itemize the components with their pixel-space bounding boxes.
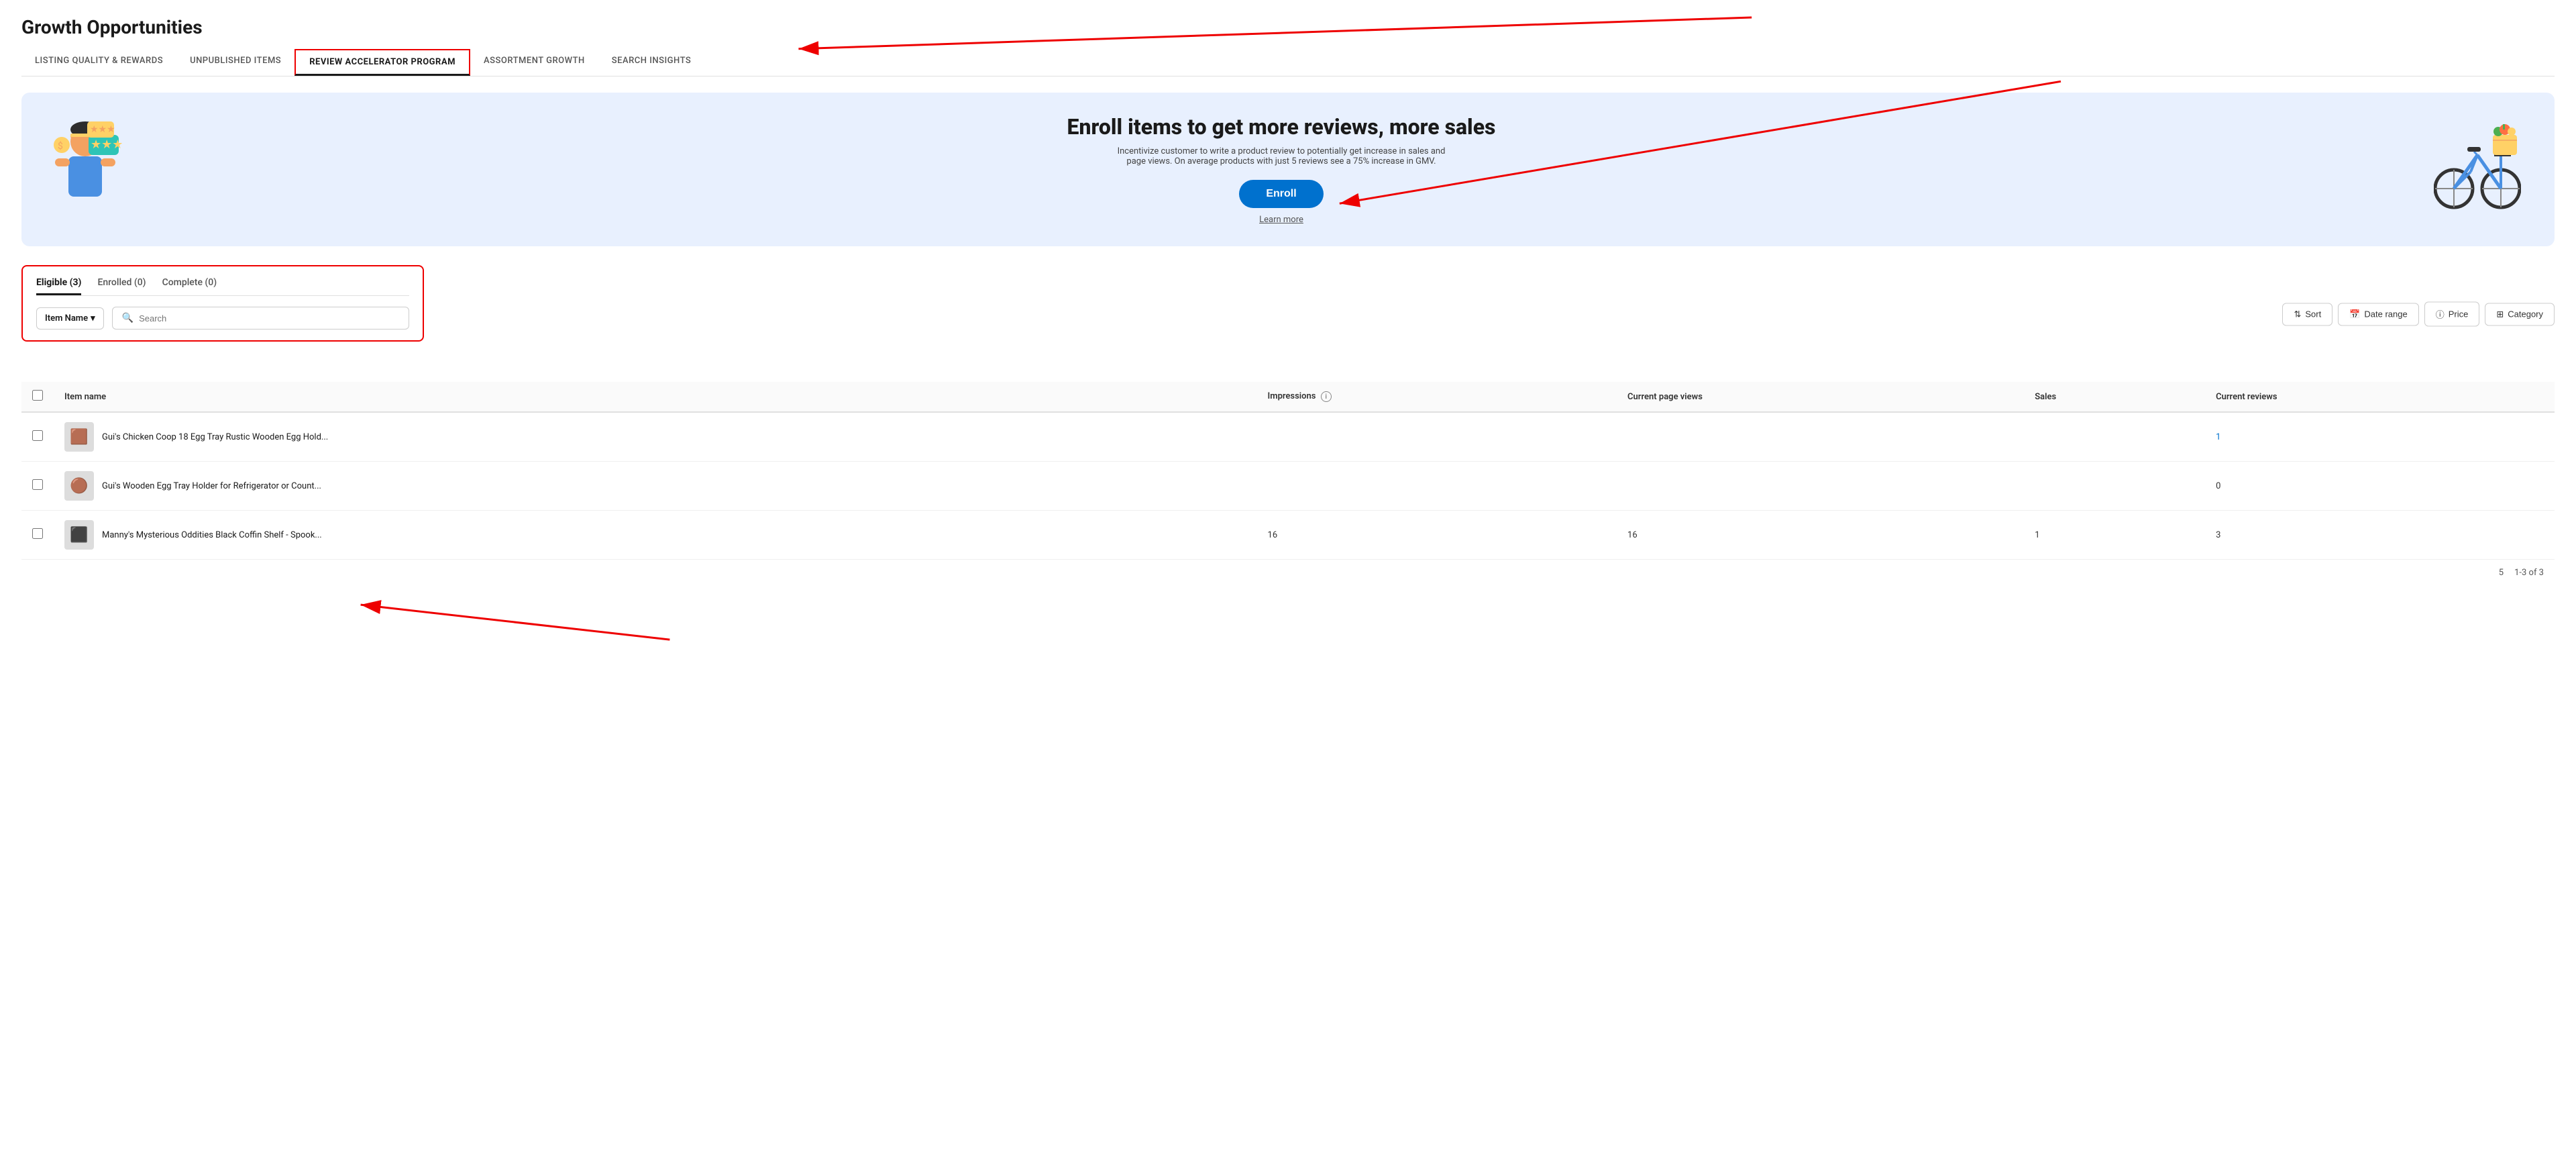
data-table: Item name Impressions i Current page vie… (21, 382, 2555, 560)
price-icon: ⓘ (2436, 308, 2445, 321)
tab-unpublished-items[interactable]: UNPUBLISHED ITEMS (176, 49, 294, 76)
price-button[interactable]: ⓘ Price (2424, 302, 2480, 327)
filter-tab-complete[interactable]: Complete (0) (162, 277, 217, 295)
filter-tab-enrolled[interactable]: Enrolled (0) (97, 277, 146, 295)
search-input-wrap: 🔍 (112, 307, 409, 330)
category-button[interactable]: ⊞ Category (2485, 303, 2555, 325)
row-sales (2024, 412, 2205, 462)
item-name-label: Item Name (45, 313, 88, 323)
banner-title: Enroll items to get more reviews, more s… (150, 114, 2412, 140)
impressions-info-icon[interactable]: i (1321, 391, 1332, 402)
tabs-nav: LISTING QUALITY & REWARDSUNPUBLISHED ITE… (21, 49, 2555, 77)
sort-icon: ⇅ (2294, 309, 2301, 319)
row-checkbox[interactable] (32, 528, 43, 539)
row-reviews: 1 (2205, 412, 2555, 462)
row-item-name: 🟫 Gui's Chicken Coop 18 Egg Tray Rustic … (54, 412, 1257, 462)
banner-description: Incentivize customer to write a product … (1114, 146, 1449, 166)
product-name-text: Manny's Mysterious Oddities Black Coffin… (102, 530, 322, 540)
row-page-views (1617, 462, 2024, 511)
row-impressions: 16 (1257, 511, 1617, 560)
col-impressions: Impressions i (1257, 382, 1617, 412)
page-info: 1-3 of 3 (2514, 568, 2544, 578)
tab-listing-quality[interactable]: LISTING QUALITY & REWARDS (21, 49, 176, 76)
search-row: Item Name ▾ 🔍 (36, 307, 409, 330)
row-page-views: 16 (1617, 511, 2024, 560)
row-reviews: 3 (2205, 511, 2555, 560)
per-page-label: 5 (2499, 568, 2504, 578)
row-impressions (1257, 412, 1617, 462)
svg-text:★★★: ★★★ (90, 124, 115, 135)
row-sales: 1 (2024, 511, 2205, 560)
col-sales: Sales (2024, 382, 2205, 412)
chevron-down-icon: ▾ (91, 313, 95, 323)
banner-content: Enroll items to get more reviews, more s… (150, 114, 2412, 225)
select-all-checkbox[interactable] (32, 390, 43, 401)
row-page-views (1617, 412, 2024, 462)
filter-section: Eligible (3) Enrolled (0) Complete (0) Ite… (21, 265, 424, 342)
enroll-button[interactable]: Enroll (1239, 180, 1323, 208)
filter-tab-eligible[interactable]: Eligible (3) (36, 277, 81, 295)
table-controls: ⇅ Sort 📅 Date range ⓘ Price ⊞ Category (2282, 302, 2555, 327)
tab-search-insights[interactable]: SEARCH INSIGHTS (598, 49, 705, 76)
row-checkbox-cell (21, 511, 54, 560)
product-image: ⬛ (64, 520, 94, 550)
grid-icon: ⊞ (2496, 309, 2504, 319)
page-container: Growth Opportunities LISTING QUALITY & R… (0, 0, 2576, 602)
row-item-name: 🟤 Gui's Wooden Egg Tray Holder for Refri… (54, 462, 1257, 511)
table-row: 🟤 Gui's Wooden Egg Tray Holder for Refri… (21, 462, 2555, 511)
row-checkbox[interactable] (32, 430, 43, 441)
row-checkbox-cell (21, 412, 54, 462)
learn-more-link[interactable]: Learn more (150, 215, 2412, 225)
filter-tabs: Eligible (3) Enrolled (0) Complete (0) (36, 277, 409, 296)
product-image: 🟫 (64, 422, 94, 452)
table-header: Item name Impressions i Current page vie… (21, 382, 2555, 412)
col-reviews: Current reviews (2205, 382, 2555, 412)
search-icon: 🔍 (122, 313, 133, 323)
row-item-name: ⬛ Manny's Mysterious Oddities Black Coff… (54, 511, 1257, 560)
row-reviews: 0 (2205, 462, 2555, 511)
tab-assortment-growth[interactable]: ASSORTMENT GROWTH (470, 49, 598, 76)
pagination-row: 5 1-3 of 3 (21, 560, 2555, 586)
banner-left-art: ★★★ ★★★ $ (48, 115, 129, 225)
row-checkbox[interactable] (32, 479, 43, 490)
product-image: 🟤 (64, 471, 94, 501)
col-item-name: Item name (54, 382, 1257, 412)
svg-text:$: $ (58, 140, 63, 152)
page-title: Growth Opportunities (21, 16, 2555, 38)
row-checkbox-cell (21, 462, 54, 511)
row-impressions (1257, 462, 1617, 511)
col-page-views: Current page views (1617, 382, 2024, 412)
banner: ★★★ ★★★ $ Enroll items to get more revie… (21, 93, 2555, 246)
select-all-header (21, 382, 54, 412)
banner-right-art (2434, 115, 2528, 225)
calendar-icon: 📅 (2349, 309, 2360, 319)
product-name-text: Gui's Chicken Coop 18 Egg Tray Rustic Wo… (102, 432, 328, 442)
tab-review-accelerator[interactable]: REVIEW ACCELERATOR PROGRAM (294, 49, 470, 76)
svg-text:★★★: ★★★ (91, 138, 122, 152)
search-input[interactable] (139, 313, 399, 323)
table-row: 🟫 Gui's Chicken Coop 18 Egg Tray Rustic … (21, 412, 2555, 462)
review-link[interactable]: 1 (2216, 432, 2220, 442)
sort-button[interactable]: ⇅ Sort (2282, 303, 2332, 325)
table-body: 🟫 Gui's Chicken Coop 18 Egg Tray Rustic … (21, 412, 2555, 560)
date-range-button[interactable]: 📅 Date range (2338, 303, 2419, 325)
product-name-text: Gui's Wooden Egg Tray Holder for Refrige… (102, 481, 321, 491)
table-row: ⬛ Manny's Mysterious Oddities Black Coff… (21, 511, 2555, 560)
item-name-dropdown[interactable]: Item Name ▾ (36, 307, 104, 330)
table-container: Item name Impressions i Current page vie… (21, 382, 2555, 560)
row-sales (2024, 462, 2205, 511)
